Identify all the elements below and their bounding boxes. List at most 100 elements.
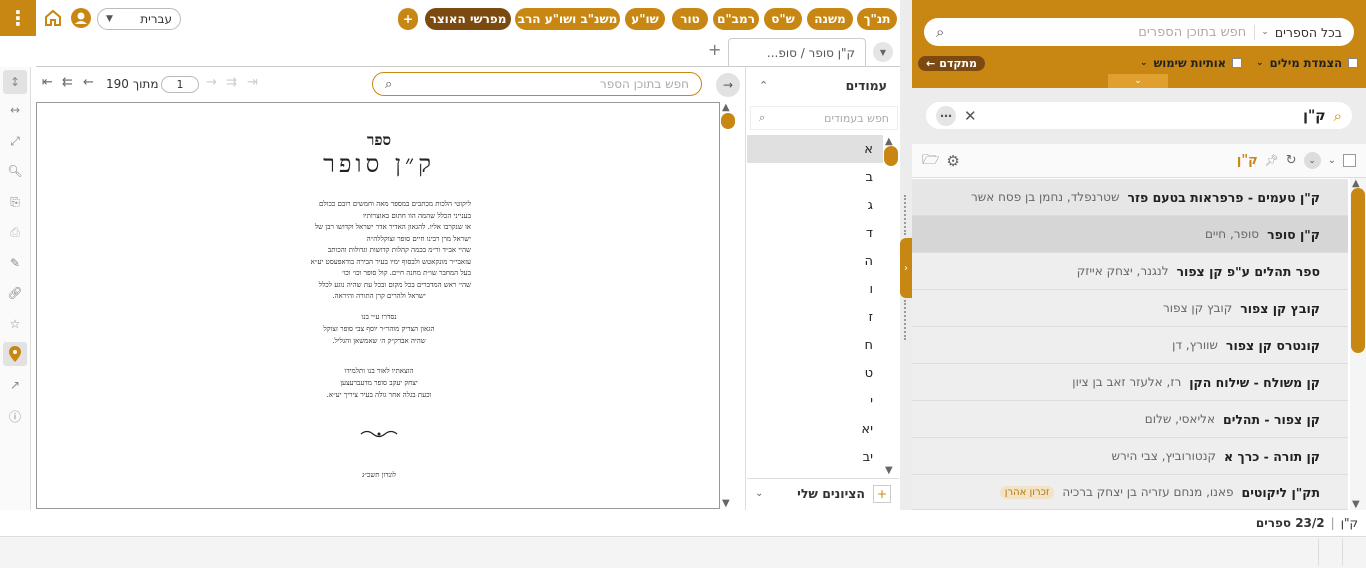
result-row[interactable]: קן צפור - תהלים אליאסי, שלום xyxy=(912,401,1348,438)
back-ten-icon[interactable]: ⇇ xyxy=(62,75,73,90)
filter-input[interactable]: ⌕ ק"ן ✕ ⋯ xyxy=(926,102,1352,129)
page-line: יצחק יעקב סופר מדעברעצען xyxy=(340,379,418,387)
tab-mishna[interactable]: משנה xyxy=(807,8,853,30)
add-tab-button[interactable]: + xyxy=(398,8,418,30)
location-pin-icon[interactable] xyxy=(3,342,27,366)
results-scrollbar[interactable]: ▲ ▼ xyxy=(1350,178,1366,510)
collapse-panel-arrow-icon[interactable]: → xyxy=(716,73,740,97)
letter-item[interactable]: יא xyxy=(747,415,883,443)
add-bookmark-button[interactable]: + xyxy=(873,484,891,503)
result-author: קובץ קן צפור xyxy=(1162,301,1233,315)
scroll-thumb[interactable] xyxy=(1351,188,1365,353)
print-icon[interactable]: ⎙ xyxy=(3,220,27,244)
letter-item[interactable]: ח xyxy=(747,331,883,359)
letter-item[interactable]: ג xyxy=(747,191,883,219)
scroll-down-icon[interactable]: ▼ xyxy=(722,498,730,509)
open-folder-icon[interactable]: 🗁 xyxy=(922,149,939,173)
language-select[interactable]: עברית ▼ xyxy=(97,8,181,30)
settings-gear-icon[interactable]: ⚙ xyxy=(946,152,959,170)
prev-page-icon[interactable]: ← xyxy=(83,75,94,90)
collapse-header-tab[interactable]: ⌄ xyxy=(1108,74,1168,88)
letter-item[interactable]: ו xyxy=(747,275,883,303)
advanced-button[interactable]: מתקדם ← xyxy=(918,55,985,71)
letter-item[interactable]: ב xyxy=(747,163,883,191)
tabs-dropdown-button[interactable]: ▼ xyxy=(873,42,893,62)
forward-ten-icon[interactable]: ⇉ xyxy=(226,75,237,90)
checkbox-join-words[interactable] xyxy=(1348,58,1358,68)
tab-tanach[interactable]: תנ"ך xyxy=(857,8,897,30)
scroll-down-icon[interactable]: ▼ xyxy=(885,465,893,476)
search-options-row: הצמדת מילים ⌄ אותיות שימוש ⌄ מתקדם ← xyxy=(918,54,1358,72)
result-row[interactable]: ק"ן טעמים - פרפראות בטעם פזר שטרנפלד, נחמ… xyxy=(912,179,1348,216)
scroll-down-icon[interactable]: ▼ xyxy=(1352,499,1360,510)
chevron-down-icon[interactable]: ⌄ xyxy=(1328,155,1336,166)
book-search-input[interactable]: חפש בתוכן הספר ⌕ xyxy=(372,72,702,96)
scroll-up-icon[interactable]: ▲ xyxy=(722,102,730,113)
result-row[interactable]: קונטרס קן צפור שוורץ, דן xyxy=(912,327,1348,364)
pages-panel-header[interactable]: עמודים ⌃ xyxy=(747,72,899,98)
scroll-thumb[interactable] xyxy=(884,146,898,166)
pages-search-placeholder: חפש בעמודים xyxy=(824,111,889,125)
clear-icon[interactable]: ✕ xyxy=(964,107,977,125)
home-icon[interactable] xyxy=(42,7,64,29)
chevron-down-icon[interactable]: ⌄ xyxy=(1256,58,1264,68)
tab-shua[interactable]: שו"ע xyxy=(625,8,665,30)
letter-item[interactable]: ה xyxy=(747,247,883,275)
next-page-icon[interactable]: → xyxy=(206,75,217,90)
link-icon[interactable]: 🔗︎ xyxy=(3,281,27,305)
book-info-icon[interactable]: ⓘ xyxy=(3,404,27,428)
result-row[interactable]: תק"ן ליקוטים פאנו, מנחם עזריה בן יצחק ברכ… xyxy=(912,475,1348,510)
horizontal-fit-icon[interactable]: ↔ xyxy=(3,98,27,122)
letter-item[interactable]: ז xyxy=(747,303,883,331)
more-options-icon[interactable]: ⋯ xyxy=(936,105,956,126)
letter-item[interactable]: ד xyxy=(747,219,883,247)
tab-mefarshei-haotzar[interactable]: מפרשי האוצר xyxy=(425,8,511,30)
pages-search-input[interactable]: חפש בעמודים ⌕ xyxy=(750,106,898,130)
zoom-in-icon[interactable]: 🔍︎ xyxy=(3,159,27,183)
user-avatar-icon[interactable] xyxy=(70,7,92,29)
tab-mishnab-shua-harav[interactable]: משנ"ב ושו"ע הרב xyxy=(515,8,620,30)
book-page: ספר ק״ן סופר ליקוטי הלכות מכתבים במספר מ… xyxy=(36,102,720,509)
select-all-checkbox[interactable] xyxy=(1343,154,1356,167)
letter-item[interactable]: י xyxy=(747,387,883,415)
tab-rambam[interactable]: רמב"ם xyxy=(713,8,759,30)
first-page-icon[interactable]: ⇤ xyxy=(42,75,53,90)
result-row[interactable]: ק"ן סופר סופר, חיים xyxy=(912,216,1348,253)
letters-scrollbar[interactable]: ▲ ▼ xyxy=(884,136,898,476)
new-tab-plus-icon[interactable]: + xyxy=(708,40,721,59)
chevron-down-icon[interactable]: ⌄ xyxy=(1140,58,1148,68)
scope-select[interactable]: בכל הספרים ⌄ xyxy=(1254,24,1342,40)
result-title: קן תורה - כרך א xyxy=(1224,448,1320,464)
letter-item[interactable]: א xyxy=(747,135,883,163)
pin-icon[interactable]: 📌︎ xyxy=(1265,154,1279,167)
tab-shas[interactable]: ש"ס xyxy=(764,8,802,30)
result-row[interactable]: קובץ קן צפור קובץ קן צפור xyxy=(912,290,1348,327)
splitter-handle[interactable]: › xyxy=(900,238,912,298)
search-icon: ⌕ xyxy=(759,111,766,124)
result-title: קן צפור - תהלים xyxy=(1222,411,1320,427)
page-scrollbar[interactable]: ▲ ▼ xyxy=(721,102,735,509)
bookmarks-header[interactable]: + הציונים שלי ⌄ xyxy=(747,478,899,508)
result-row[interactable]: קן משולח - שילוח הקן רז, אלעזר זאב בן ציו… xyxy=(912,364,1348,401)
document-tab[interactable]: ק"ן סופר / סופ... xyxy=(728,38,866,66)
global-search-input[interactable]: בכל הספרים ⌄ חפש בתוכן הספרים ⌕ xyxy=(924,18,1354,46)
page-number-input[interactable]: 1 xyxy=(161,76,199,93)
collapse-all-icon[interactable]: ⌄ xyxy=(1303,152,1321,169)
result-row[interactable]: קן תורה - כרך א קנטורוביץ, צבי הירש xyxy=(912,438,1348,475)
vertical-scroll-mode-icon[interactable]: ↕ xyxy=(3,70,27,94)
checkbox-prefix-letters[interactable] xyxy=(1232,58,1243,68)
refresh-icon[interactable]: ↻ xyxy=(1286,153,1297,168)
menu-button[interactable]: ⋮ xyxy=(0,0,36,36)
tab-tur[interactable]: טור xyxy=(672,8,708,30)
result-row[interactable]: ספר תהלים ע"פ קן צפור לנגנר, יצחק אייזק xyxy=(912,253,1348,290)
edit-note-icon[interactable]: ✎ xyxy=(3,251,27,275)
export-page-icon[interactable]: ⎘ xyxy=(3,190,27,214)
last-page-icon[interactable]: ⇥ xyxy=(247,75,258,90)
fullscreen-icon[interactable]: ⤢ xyxy=(3,129,27,153)
chevron-down-icon: ⌄ xyxy=(1261,27,1269,37)
letter-item[interactable]: ט xyxy=(747,359,883,387)
open-external-icon[interactable]: ↗ xyxy=(3,373,27,397)
star-icon[interactable]: ☆ xyxy=(3,312,27,336)
scroll-thumb[interactable] xyxy=(721,113,735,129)
letter-item[interactable]: יב xyxy=(747,443,883,471)
